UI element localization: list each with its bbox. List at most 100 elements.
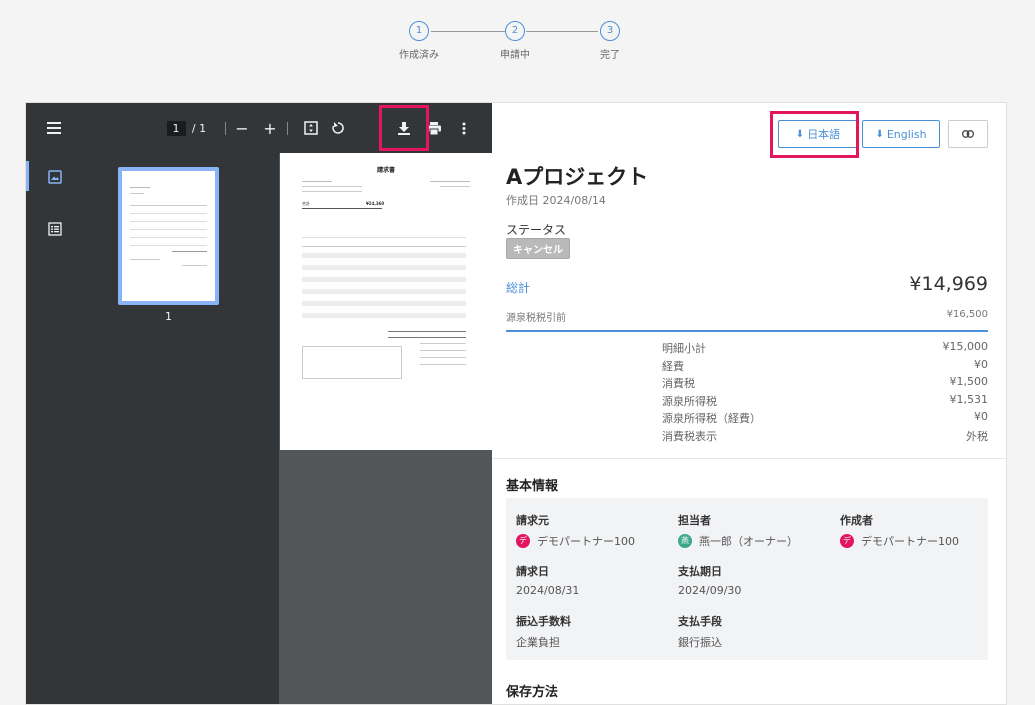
- more-options-icon[interactable]: [456, 103, 472, 153]
- doc-remarks-box: [302, 346, 402, 379]
- storage-method-title: 保存方法: [506, 685, 559, 700]
- invoice-detail-panel: 1 / 1 − + 1 請求書 合計 ¥24,360 ⬇ 日本語 ⬇ Engli…: [25, 102, 1007, 705]
- rotate-icon[interactable]: [329, 103, 347, 153]
- withholding-label: 源泉税税引前: [506, 313, 566, 324]
- doc-amount-label: 合計: [302, 201, 310, 206]
- thumbnail-page-number: 1: [165, 310, 172, 323]
- step-number: 3: [600, 21, 620, 41]
- breakdown-row: 消費税表示 外税: [662, 428, 988, 445]
- due-date-value: 2024/09/30: [678, 584, 742, 597]
- user-avatar: 燕: [678, 534, 692, 548]
- fit-page-icon[interactable]: [302, 103, 320, 153]
- page-total: / 1: [191, 121, 207, 135]
- payment-method-value: 銀行振込: [678, 636, 722, 649]
- download-japanese-highlight: [770, 111, 859, 158]
- toolbar-divider: [225, 122, 226, 135]
- breakdown-row: 源泉所得税（経費） ¥0: [662, 410, 988, 427]
- outline-view-icon[interactable]: [48, 221, 64, 237]
- assignee-field: 担当者 燕 燕一郎（オーナー）: [678, 512, 798, 549]
- invoice-date-field: 請求日 2024/08/31: [516, 563, 579, 597]
- doc-table-row: [302, 253, 466, 258]
- payment-method-field: 支払手段 銀行振込: [678, 613, 722, 650]
- page-number-input[interactable]: 1: [166, 103, 186, 153]
- due-date-label: 支払期日: [678, 565, 722, 578]
- breakdown-label: 経費: [662, 360, 684, 373]
- basic-info-box: 請求元 デ デモパートナー100 担当者 燕 燕一郎（オーナー） 作成者 デ デ…: [506, 498, 988, 660]
- breakdown-value: ¥1,500: [949, 375, 989, 388]
- breakdown-value: ¥15,000: [942, 340, 989, 353]
- pdf-viewer: 1 / 1 − + 1 請求書 合計 ¥24,360: [26, 103, 492, 704]
- pdf-page: 請求書 合計 ¥24,360: [280, 153, 492, 450]
- assignee-label: 担当者: [678, 514, 711, 527]
- transfer-fee-field: 振込手数料 企業負担: [516, 613, 571, 650]
- breakdown-label: 源泉所得税: [662, 395, 717, 408]
- assignee-value: 燕一郎（オーナー）: [699, 535, 798, 548]
- requester-value: デモパートナー100: [537, 535, 635, 548]
- doc-line: [302, 191, 362, 192]
- doc-line: [430, 181, 470, 182]
- download-english-button[interactable]: ⬇ English: [862, 120, 940, 148]
- breakdown-value: ¥0: [974, 410, 988, 423]
- breakdown-label: 源泉所得税（経費）: [662, 412, 761, 425]
- doc-table-row: [302, 265, 466, 270]
- doc-amount: ¥24,360: [366, 201, 385, 206]
- requester-field: 請求元 デ デモパートナー100: [516, 512, 635, 549]
- thumb-line: [130, 187, 150, 188]
- page-current[interactable]: 1: [166, 120, 186, 136]
- zoom-out-icon[interactable]: −: [234, 103, 250, 153]
- breakdown-row: 経費 ¥0: [662, 358, 988, 375]
- section-divider: [492, 458, 1006, 459]
- basic-info-title: 基本情報: [506, 479, 559, 494]
- partner-avatar: デ: [840, 534, 854, 548]
- doc-table-row: [302, 277, 466, 282]
- doc-table-row: [302, 313, 466, 318]
- thumb-line: [130, 229, 207, 230]
- step-number: 2: [505, 21, 525, 41]
- breakdown-value: 外税: [966, 430, 988, 443]
- breakdown-value: ¥0: [974, 358, 988, 371]
- step-number: 1: [409, 21, 429, 41]
- breakdown-label: 消費税表示: [662, 430, 717, 443]
- page-thumbnail[interactable]: [118, 167, 219, 305]
- breakdown-row: 源泉所得税 ¥1,531: [662, 393, 988, 410]
- step-label: 申請中: [500, 50, 530, 61]
- breakdown-row: 消費税 ¥1,500: [662, 375, 988, 392]
- download-english-label: English: [886, 127, 927, 141]
- creator-label: 作成者: [840, 514, 873, 527]
- partner-avatar: デ: [516, 534, 530, 548]
- doc-line: [420, 343, 466, 344]
- payment-method-label: 支払手段: [678, 615, 722, 628]
- step-created: 1 作成済み: [394, 21, 444, 61]
- total-value: ¥14,969: [909, 273, 988, 295]
- project-title: Aプロジェクト: [506, 165, 649, 189]
- doc-title: 請求書: [376, 167, 395, 174]
- status-label: ステータス: [506, 223, 567, 237]
- step-label: 完了: [600, 50, 620, 61]
- thumb-line: [130, 193, 144, 194]
- doc-table-row: [302, 301, 466, 306]
- zoom-in-icon[interactable]: +: [262, 103, 278, 153]
- status-badge: キャンセル: [506, 238, 570, 259]
- breakdown-value: ¥1,531: [949, 393, 989, 406]
- doc-line: [302, 208, 382, 209]
- creator-value: デモパートナー100: [861, 535, 959, 548]
- link-icon: [962, 128, 974, 141]
- thumb-line: [172, 251, 207, 252]
- breakdown-row: 明細小計 ¥15,000: [662, 340, 988, 357]
- thumbnail-view-icon[interactable]: [48, 169, 64, 185]
- pdf-sidebar: 1: [26, 153, 279, 704]
- doc-table-row: [302, 246, 466, 247]
- menu-icon[interactable]: [43, 103, 65, 153]
- invoice-date-label: 請求日: [516, 565, 549, 578]
- copy-link-button[interactable]: [948, 120, 988, 148]
- sidebar-active-indicator: [26, 161, 29, 191]
- pdf-toolbar: 1 / 1 − +: [26, 103, 492, 153]
- progress-stepper: 1 作成済み 2 申請中 3 完了: [396, 21, 636, 65]
- doc-table-row: [302, 289, 466, 294]
- thumb-line: [130, 259, 160, 260]
- doc-line: [440, 186, 470, 187]
- doc-line: [302, 181, 332, 182]
- thumb-line: [130, 205, 207, 206]
- doc-line: [420, 350, 466, 351]
- toolbar-divider: [287, 122, 288, 135]
